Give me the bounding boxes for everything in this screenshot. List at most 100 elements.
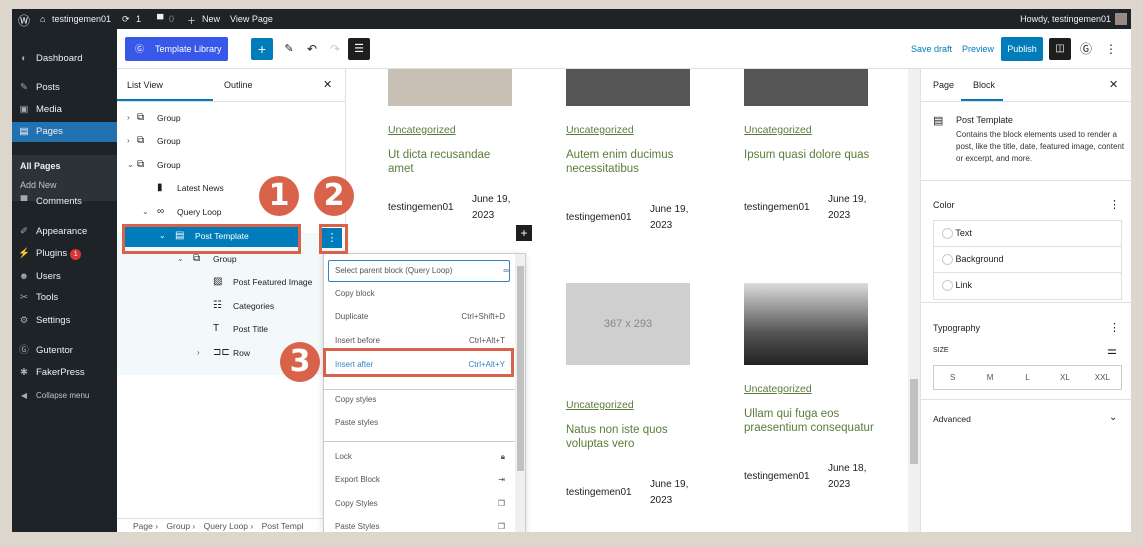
post-featured-image[interactable] bbox=[566, 69, 690, 106]
size-m[interactable]: M bbox=[971, 366, 1008, 389]
menu-item-copy-styles[interactable]: Copy Styles ❐ bbox=[335, 497, 505, 511]
menu-item-duplicate[interactable]: Duplicate Ctrl+Shift+D bbox=[335, 310, 505, 324]
chevron-down-icon[interactable]: ⌄ bbox=[142, 201, 149, 223]
advanced-section[interactable]: Advanced ⌄ bbox=[921, 399, 1131, 429]
sidebar-item-appearance[interactable]: ✐ Appearance bbox=[12, 222, 117, 242]
post-category-link[interactable]: Uncategorized bbox=[566, 124, 634, 136]
menu-item-copy-block[interactable]: Copy block bbox=[335, 287, 505, 301]
block-inserter-button[interactable]: + bbox=[516, 225, 532, 241]
tab-list-view[interactable]: List View bbox=[127, 69, 163, 101]
color-link[interactable]: Link bbox=[934, 273, 1121, 299]
sidebar-item-tools[interactable]: ✂ Tools bbox=[12, 288, 117, 308]
breadcrumb-page[interactable]: Page bbox=[133, 521, 153, 531]
sidebar-item-media[interactable]: ▣ Media bbox=[12, 100, 117, 120]
advanced-title[interactable]: Advanced bbox=[933, 414, 971, 424]
sidebar-item-settings[interactable]: ⚙ Settings bbox=[12, 311, 117, 331]
post-featured-image[interactable] bbox=[388, 69, 512, 106]
breadcrumb-group[interactable]: Group bbox=[166, 521, 190, 531]
add-block-button[interactable]: + bbox=[251, 38, 273, 60]
view-page-link[interactable]: View Page bbox=[230, 14, 273, 24]
close-panel-icon[interactable]: ✕ bbox=[1109, 78, 1118, 91]
template-library-button[interactable]: Ⓖ Template Library bbox=[125, 37, 228, 61]
post-title[interactable]: Natus non iste quos voluptas vero bbox=[566, 423, 696, 451]
list-view-row-post-featured-image[interactable]: ▨ Post Featured Image bbox=[117, 271, 346, 293]
breadcrumb-query-loop[interactable]: Query Loop bbox=[204, 521, 248, 531]
canvas-scrollbar[interactable] bbox=[908, 69, 920, 532]
sidebar-item-users[interactable]: ☻ Users bbox=[12, 267, 117, 287]
sidebar-item-posts[interactable]: ✎ Posts bbox=[12, 78, 117, 98]
size-s[interactable]: S bbox=[934, 366, 971, 389]
sidebar-item-collapse-menu[interactable]: ◀ Collapse menu bbox=[12, 386, 117, 406]
menu-item-paste-styles[interactable]: Paste Styles ❐ bbox=[335, 520, 505, 532]
preview-button[interactable]: Preview bbox=[962, 44, 994, 54]
list-view-row-query-loop[interactable]: ⌄ ∞ Query Loop bbox=[117, 201, 346, 223]
submenu-add-new[interactable]: Add New bbox=[20, 180, 57, 190]
menu-item-export-block[interactable]: Export Block ⇥ bbox=[335, 473, 505, 487]
post-author[interactable]: testingemen01 bbox=[388, 200, 454, 216]
avatar[interactable] bbox=[1115, 13, 1127, 25]
chevron-right-icon[interactable]: › bbox=[127, 107, 130, 129]
post-author[interactable]: testingemen01 bbox=[744, 469, 810, 485]
color-section-title[interactable]: Color bbox=[933, 200, 955, 210]
new-link[interactable]: New bbox=[202, 14, 220, 24]
settings-sidebar-toggle[interactable]: ◫ bbox=[1049, 38, 1071, 60]
gutentor-icon[interactable]: Ⓖ bbox=[1075, 38, 1097, 60]
wordpress-logo-icon[interactable]: Ⓦ bbox=[18, 12, 30, 29]
list-view-row-group[interactable]: ⌄ ⧉ Group bbox=[117, 154, 346, 176]
post-author[interactable]: testingemen01 bbox=[744, 200, 810, 216]
color-text[interactable]: Text bbox=[934, 221, 1121, 247]
post-title[interactable]: Ullam qui fuga eos praesentium consequat… bbox=[744, 407, 874, 435]
sidebar-item-gutentor[interactable]: Ⓖ Gutentor bbox=[12, 341, 117, 361]
menu-item-select-parent-block-query-loop-[interactable]: Select parent block (Query Loop) ∞ bbox=[328, 260, 510, 282]
post-author[interactable]: testingemen01 bbox=[566, 210, 632, 226]
post-title[interactable]: Autem enim ducimus necessitatibus bbox=[566, 148, 696, 176]
close-icon[interactable]: ✕ bbox=[323, 69, 332, 101]
menu-scrollbar[interactable] bbox=[515, 254, 525, 532]
tab-outline[interactable]: Outline bbox=[224, 69, 253, 101]
size-l[interactable]: L bbox=[1009, 366, 1046, 389]
typography-title[interactable]: Typography bbox=[933, 323, 980, 333]
image-placeholder[interactable]: 367 x 293 bbox=[566, 283, 690, 365]
list-view-row-group[interactable]: › ⧉ Group bbox=[117, 107, 346, 129]
post-title[interactable]: Ut dicta recusandae amet bbox=[388, 148, 518, 176]
chevron-right-icon[interactable]: › bbox=[197, 342, 200, 364]
post-category-link[interactable]: Uncategorized bbox=[388, 124, 456, 136]
save-draft-button[interactable]: Save draft bbox=[911, 44, 952, 54]
list-view-row-latest-news[interactable]: ▮ Latest News bbox=[117, 177, 346, 199]
sidebar-item-dashboard[interactable]: ◐ Dashboard bbox=[12, 49, 117, 69]
color-options-icon[interactable]: ⋮ bbox=[1109, 198, 1120, 211]
site-link[interactable]: testingemen01 bbox=[52, 14, 111, 24]
chevron-right-icon[interactable]: › bbox=[127, 130, 130, 152]
list-view-toggle[interactable]: ☰ bbox=[348, 38, 370, 60]
list-view-row-group[interactable]: › ⧉ Group bbox=[117, 130, 346, 152]
menu-item-copy-styles[interactable]: Copy styles bbox=[335, 393, 505, 407]
post-category-link[interactable]: Uncategorized bbox=[744, 383, 812, 395]
sidebar-item-plugins[interactable]: ⚡ Plugins 1 bbox=[12, 244, 117, 264]
chevron-down-icon[interactable]: ⌄ bbox=[127, 154, 134, 176]
list-view-row-post-title[interactable]: T Post Title bbox=[117, 318, 346, 340]
menu-item-lock[interactable]: Lock 🔒︎ bbox=[335, 450, 505, 464]
post-category-link[interactable]: Uncategorized bbox=[744, 124, 812, 136]
updates-icon[interactable]: ⟳ bbox=[122, 14, 130, 25]
size-xl[interactable]: XL bbox=[1046, 366, 1083, 389]
more-options-icon[interactable]: ⋮ bbox=[1100, 38, 1122, 60]
post-category-link[interactable]: Uncategorized bbox=[566, 399, 634, 411]
post-featured-image[interactable] bbox=[744, 283, 868, 365]
redo-icon[interactable]: ↷ bbox=[324, 38, 346, 60]
tools-pencil-icon[interactable]: ✎ bbox=[278, 38, 300, 60]
list-view-row-categories[interactable]: ☷ Categories bbox=[117, 295, 346, 317]
typography-options-icon[interactable]: ⋮ bbox=[1109, 321, 1120, 334]
comments-icon[interactable]: ▀ bbox=[157, 14, 163, 24]
menu-item-insert-before[interactable]: Insert before Ctrl+Alt+T bbox=[335, 334, 505, 348]
tab-page[interactable]: Page bbox=[933, 80, 954, 90]
howdy-user[interactable]: Howdy, testingemen01 bbox=[1020, 14, 1111, 24]
post-author[interactable]: testingemen01 bbox=[566, 485, 632, 501]
sidebar-item-fakerpress[interactable]: ✱ FakerPress bbox=[12, 363, 117, 383]
size-xxl[interactable]: XXL bbox=[1084, 366, 1121, 389]
post-featured-image[interactable] bbox=[744, 69, 868, 106]
sidebar-item-comments[interactable]: ▀ Comments bbox=[12, 192, 117, 212]
sidebar-item-pages[interactable]: ▤ Pages bbox=[12, 122, 117, 142]
submenu-all-pages[interactable]: All Pages bbox=[20, 161, 61, 171]
publish-button[interactable]: Publish bbox=[1001, 37, 1043, 61]
post-title[interactable]: Ipsum quasi dolore quas bbox=[744, 148, 874, 162]
